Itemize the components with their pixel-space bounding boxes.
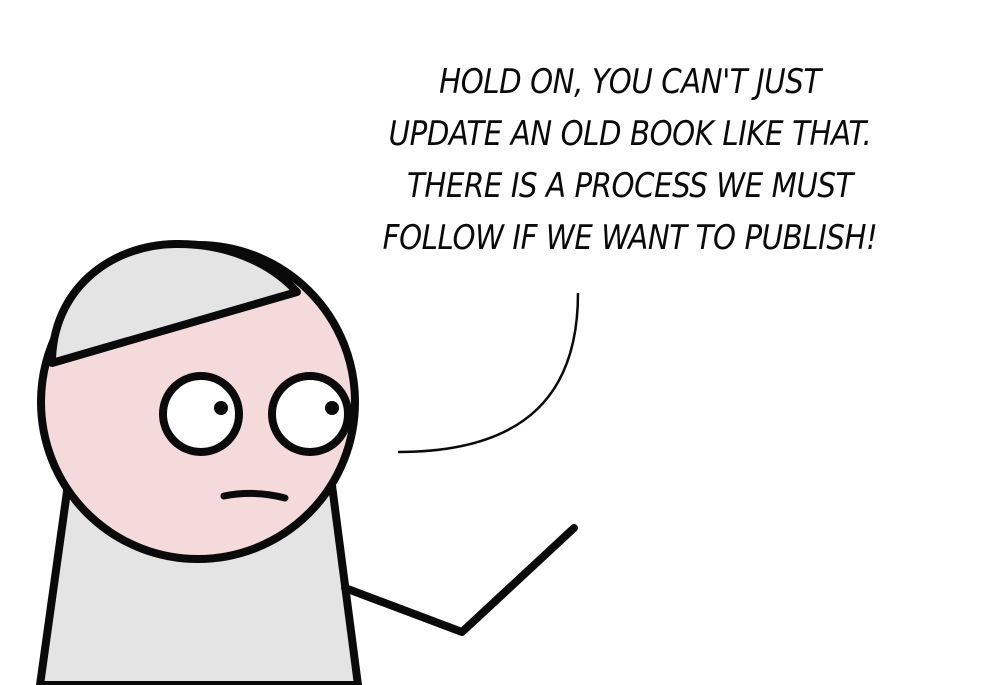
speech-line: HOLD ON, YOU CAN'T JUST: [439, 62, 821, 102]
right-pupil: [325, 401, 339, 415]
speech-line: UPDATE AN OLD BOOK LIKE THAT.: [388, 114, 872, 154]
character-arm: [341, 524, 578, 636]
speech-bubble-tail: [397, 292, 580, 454]
speech-line: FOLLOW IF WE WANT TO PUBLISH!: [382, 218, 878, 258]
speech-bubble-text: HOLD ON, YOU CAN'T JUST UPDATE AN OLD BO…: [338, 56, 923, 264]
left-pupil: [214, 401, 228, 415]
right-eye: [268, 372, 352, 456]
speech-line: THERE IS A PROCESS WE MUST: [407, 166, 853, 206]
left-eye: [159, 372, 243, 456]
comic-panel: HOLD ON, YOU CAN'T JUST UPDATE AN OLD BO…: [0, 0, 1004, 685]
